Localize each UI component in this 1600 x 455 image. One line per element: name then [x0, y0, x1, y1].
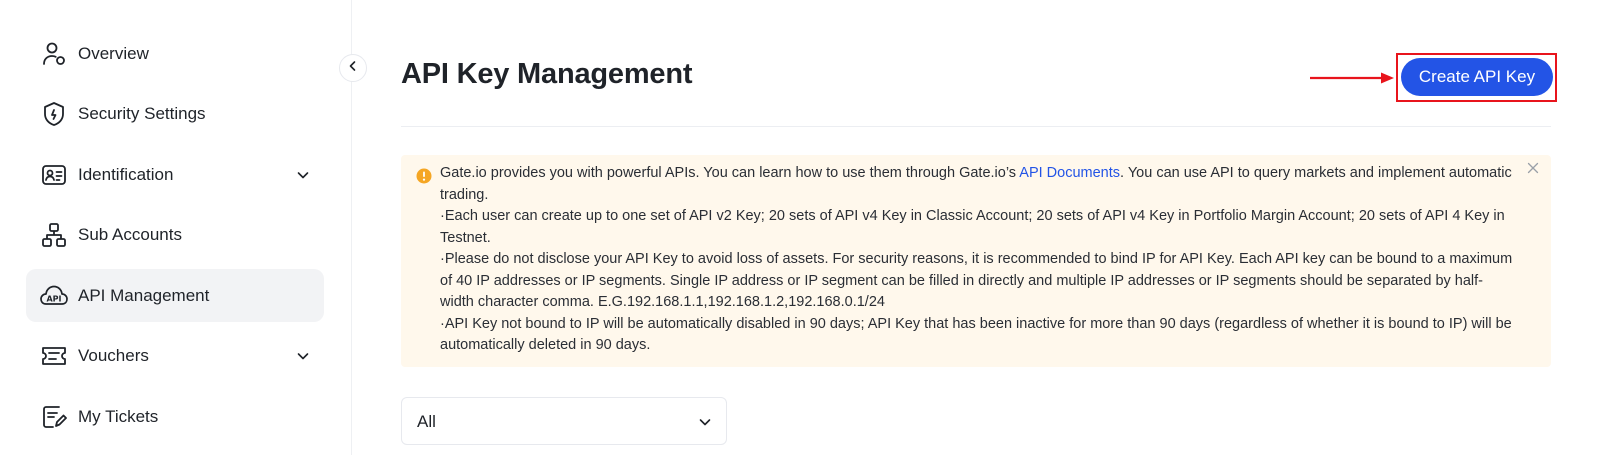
sidebar-item-security-settings[interactable]: Security Settings: [26, 87, 324, 140]
sidebar-item-overview[interactable]: Overview: [26, 27, 324, 80]
chevron-left-icon: [347, 59, 359, 77]
shield-icon: [40, 100, 68, 128]
notice-bullet: ·Each user can create up to one set of A…: [440, 208, 1505, 246]
svg-text:API: API: [46, 294, 61, 303]
notice-text: Gate.io provides you with powerful APIs.…: [440, 163, 1515, 357]
sidebar-item-label: Vouchers: [78, 345, 149, 365]
sidebar-item-my-tickets[interactable]: My Tickets: [26, 390, 324, 443]
notice-bullet: ·Please do not disclose your API Key to …: [440, 251, 1513, 310]
notice-bullet: ·API Key not bound to IP will be automat…: [440, 315, 1512, 354]
create-api-key-button[interactable]: Create API Key: [1401, 58, 1553, 96]
annotation-arrow-icon: [1309, 71, 1395, 85]
chevron-down-icon: [296, 349, 310, 363]
ticket-icon: [40, 403, 68, 431]
header-divider: [401, 126, 1551, 127]
voucher-icon: [40, 342, 68, 370]
api-documents-link[interactable]: API Documents: [1019, 165, 1120, 181]
sidebar-item-label: Security Settings: [78, 103, 206, 123]
notice-intro: Gate.io provides you with powerful APIs.…: [440, 163, 1515, 206]
sidebar-item-sub-accounts[interactable]: Sub Accounts: [26, 208, 324, 261]
user-overview-icon: [40, 40, 68, 68]
sub-accounts-icon: [40, 221, 68, 249]
api-icon: API: [40, 282, 68, 310]
sidebar: Overview Security Settings Identificatio…: [0, 0, 352, 455]
page-title: API Key Management: [401, 58, 693, 90]
app-root: Overview Security Settings Identificatio…: [0, 0, 1600, 455]
notice-intro-text: Gate.io provides you with powerful APIs.…: [440, 165, 1020, 181]
main-content: API Key Management Create API Key Gate.i…: [352, 0, 1600, 455]
sidebar-item-label: Overview: [78, 43, 149, 63]
sidebar-item-label: API Management: [78, 285, 210, 305]
chevron-down-icon: [296, 168, 310, 182]
sidebar-item-identification[interactable]: Identification: [26, 148, 324, 201]
sidebar-item-label: Sub Accounts: [78, 224, 182, 244]
id-card-icon: [40, 161, 68, 189]
sidebar-item-api-management[interactable]: API API Management: [26, 269, 324, 322]
close-icon[interactable]: [1525, 160, 1541, 176]
filter-selected-value: All: [417, 412, 436, 431]
info-notice: Gate.io provides you with powerful APIs.…: [401, 155, 1551, 367]
sidebar-item-label: Identification: [78, 164, 174, 184]
key-filter-select[interactable]: All: [401, 397, 727, 445]
warning-icon: [416, 168, 432, 184]
collapse-sidebar-button[interactable]: [339, 54, 367, 82]
chevron-down-icon: [698, 415, 712, 429]
sidebar-item-vouchers[interactable]: Vouchers: [26, 329, 324, 382]
sidebar-item-label: My Tickets: [78, 406, 159, 426]
